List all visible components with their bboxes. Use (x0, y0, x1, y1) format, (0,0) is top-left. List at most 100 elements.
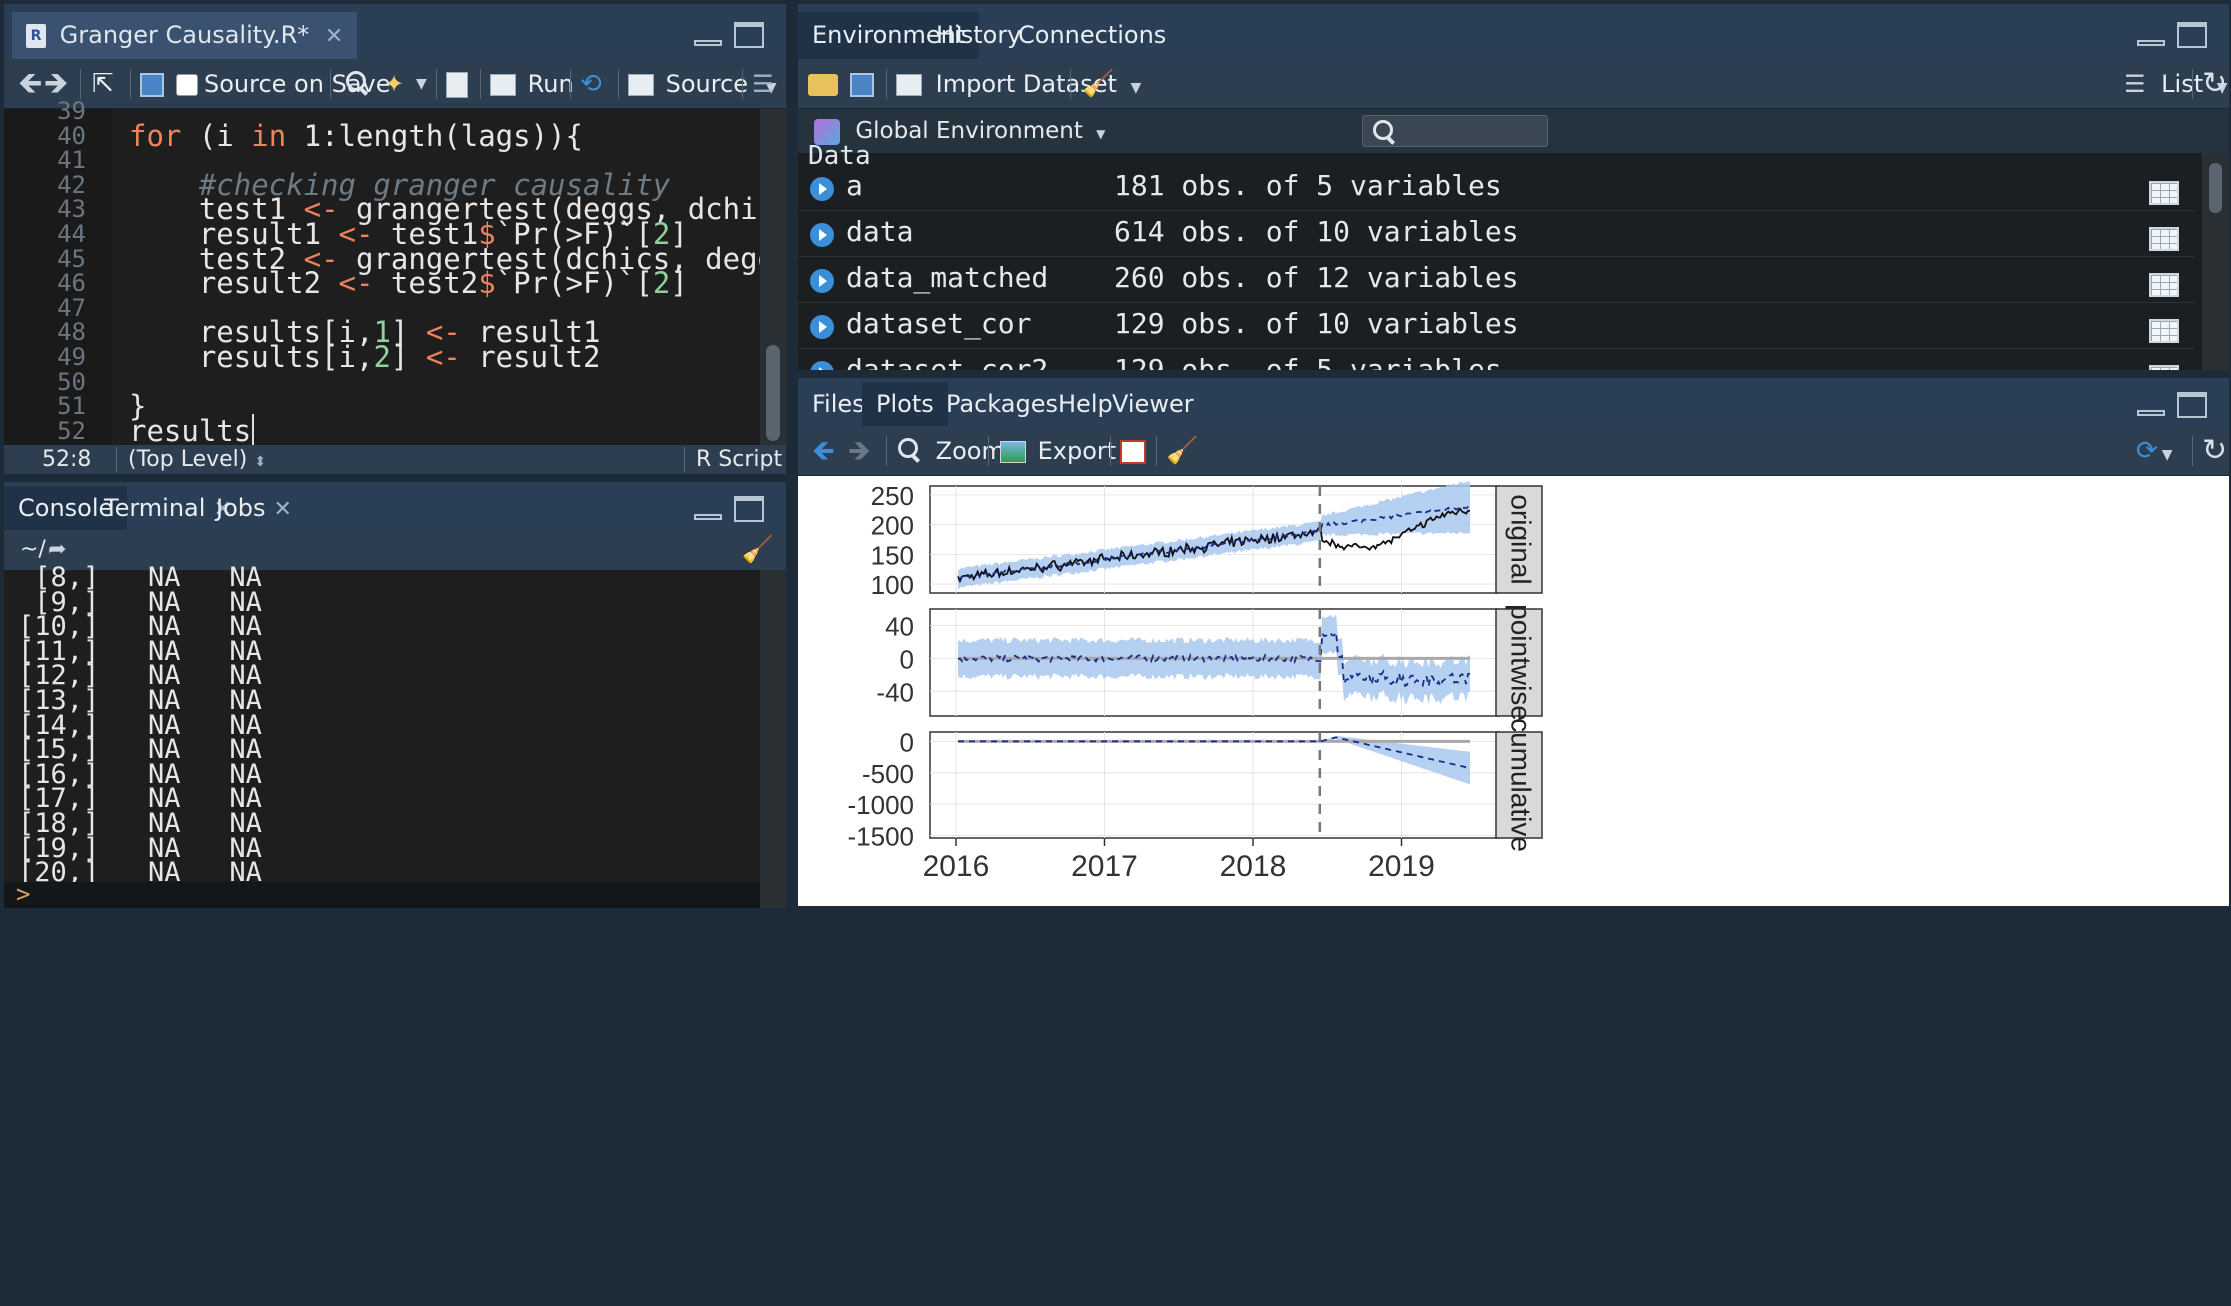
environment-item[interactable]: dataset_cor2 129 obs. of 5 variables (798, 349, 2195, 370)
environment-toolbar: Import Dataset ▼ 🧹 ☰ List ▼ ↻ (798, 59, 2229, 109)
run-button[interactable]: Run (490, 59, 574, 109)
console-scrollbar[interactable] (760, 570, 786, 908)
console-input[interactable]: > (4, 880, 760, 908)
object-name: dataset_cor2 (846, 353, 1049, 370)
open-folder-icon[interactable] (808, 59, 838, 109)
object-value: 181 obs. of 5 variables (1114, 169, 1502, 202)
x-tick-label: 2017 (1071, 850, 1138, 883)
line-number: 44 (57, 220, 86, 248)
next-plot-icon[interactable]: 🡺 (848, 426, 871, 476)
strip-label: original (1506, 494, 1537, 584)
environment-scopebar: Global Environment ▼ (798, 109, 2229, 153)
environment-item[interactable]: data_matched 260 obs. of 12 variables (798, 257, 2195, 303)
environment-scrollbar[interactable] (2202, 153, 2229, 370)
save-icon[interactable] (850, 59, 874, 109)
line-number: 43 (57, 195, 86, 224)
close-icon[interactable]: ✕ (325, 24, 343, 49)
files-tabbar: Files Plots Packages Help Viewer (798, 378, 2229, 426)
environment-tabbar: Environment History Connections (798, 4, 2229, 59)
editor-scrollbar[interactable] (760, 109, 786, 445)
outline-icon[interactable]: ☰ (752, 59, 774, 109)
chevron-down-icon[interactable]: ▼ (416, 59, 427, 109)
code-area[interactable]: 394041424344454647484950515253 for (i in… (4, 97, 786, 469)
y-tick-label: -1000 (848, 790, 915, 820)
broom-icon[interactable]: 🧹 (1166, 426, 1198, 476)
refresh-icon[interactable]: ↻ (2202, 59, 2227, 109)
y-tick-label: 250 (871, 481, 914, 511)
line-number: 51 (57, 392, 86, 421)
code-line: results (129, 413, 255, 448)
tab-jobs[interactable]: Jobs ✕ (202, 486, 306, 530)
environment-item[interactable]: a 181 obs. of 5 variables (798, 165, 2195, 211)
broom-icon[interactable]: 🧹 (742, 530, 774, 570)
broom-icon[interactable]: 🧹 (1082, 59, 1114, 109)
y-tick-label: -40 (876, 677, 914, 707)
rerun-icon[interactable]: ⟲ (580, 59, 602, 109)
plot-area: 100 150 200 250 original -40 0 40 pointwise -1500… (798, 476, 2229, 906)
tab-connections[interactable]: Connections (1004, 12, 1180, 59)
editor-tab[interactable]: R Granger Causality.R* ✕ (12, 12, 358, 59)
y-tick-label: -500 (862, 759, 914, 789)
expand-icon[interactable] (810, 177, 834, 201)
environment-list: Data a 181 obs. of 5 variables data 614 obs.… (798, 141, 2229, 370)
window-controls[interactable] (694, 22, 766, 52)
environment-item[interactable]: dataset_cor 129 obs. of 10 variables (798, 303, 2195, 349)
image-icon (1000, 441, 1026, 463)
search-icon (1371, 118, 1399, 146)
y-tick-label: 100 (871, 570, 914, 600)
cursor-position: 52:8 (42, 447, 92, 472)
line-number: 47 (57, 293, 86, 322)
refresh-icon[interactable]: ↻ (2202, 426, 2227, 476)
list-icon: ☰ (2124, 70, 2146, 98)
filetype-selector[interactable]: R Script ⬍ (696, 445, 786, 474)
view-table-icon[interactable] (2149, 181, 2179, 205)
y-tick-label: 40 (885, 611, 914, 641)
object-name: data (846, 215, 914, 248)
causal-impact-plot: 100150200250 original-40040 pointwise-1500… (848, 481, 1543, 883)
window-controls[interactable] (2137, 392, 2209, 422)
source-on-save-checkbox[interactable] (176, 59, 198, 109)
run-icon (490, 74, 516, 96)
plots-pane: Files Plots Packages Help Viewer 🡸 🡺 Zoo… (798, 378, 2229, 906)
view-table-icon[interactable] (2149, 319, 2179, 343)
publish-icon[interactable]: ⟳ ▼ (2136, 426, 2173, 476)
object-name: dataset_cor (846, 307, 1032, 340)
scope-selector[interactable]: (Top Level) ⬍ (128, 445, 266, 474)
view-table-icon[interactable] (2149, 227, 2179, 251)
line-number: 40 (57, 121, 86, 150)
line-number: 52 (57, 416, 86, 445)
expand-icon[interactable] (810, 315, 834, 339)
environment-pane: Environment History Connections Import D… (798, 4, 2229, 370)
search-input[interactable] (1362, 115, 1548, 147)
environment-item[interactable]: data 614 obs. of 10 variables (798, 211, 2195, 257)
tab-viewer[interactable]: Viewer (1098, 382, 1208, 426)
window-controls[interactable] (694, 496, 766, 526)
object-value: 129 obs. of 10 variables (1114, 307, 1519, 340)
y-tick-label: 0 (900, 644, 914, 674)
line-number: 49 (57, 343, 86, 371)
save-icon[interactable] (140, 59, 164, 109)
magic-wand-icon[interactable]: ✦ (384, 59, 404, 109)
view-table-icon[interactable] (2149, 273, 2179, 297)
plots-toolbar: 🡸 🡺 Zoom Export ▼ 🧹 ⟳▼ ↻ (798, 426, 2229, 476)
code-line: for (i in 1:length(lags)){ (129, 118, 583, 153)
y-tick-label: 150 (871, 540, 914, 570)
editor-toolbar: 🡸 🡺 ⇱ Source on Save ✦ ▼ Run ⟲ Source ▼ … (4, 59, 786, 109)
console-prompt: > (16, 880, 31, 908)
compile-report-icon[interactable] (446, 59, 468, 109)
previous-plot-icon[interactable]: 🡸 (812, 426, 835, 476)
object-value: 260 obs. of 12 variables (1114, 261, 1519, 294)
view-table-icon[interactable] (2149, 365, 2179, 370)
window-controls[interactable] (2137, 22, 2209, 52)
remove-plot-icon[interactable] (1120, 426, 1146, 476)
expand-icon[interactable] (810, 269, 834, 293)
close-icon[interactable]: ✕ (274, 497, 292, 522)
strip-label: pointwise (1506, 604, 1537, 721)
y-tick-label: -1500 (848, 821, 915, 851)
code-line: results[i,2] <- result2 (129, 340, 601, 374)
expand-icon[interactable] (810, 223, 834, 247)
search-icon[interactable] (344, 59, 372, 109)
console-output[interactable]: [8,] NA NA [9,] NA NA [10,] NA NA [11,] NA… (4, 562, 760, 908)
line-number: 42 (57, 170, 86, 199)
expand-icon[interactable] (810, 361, 834, 370)
